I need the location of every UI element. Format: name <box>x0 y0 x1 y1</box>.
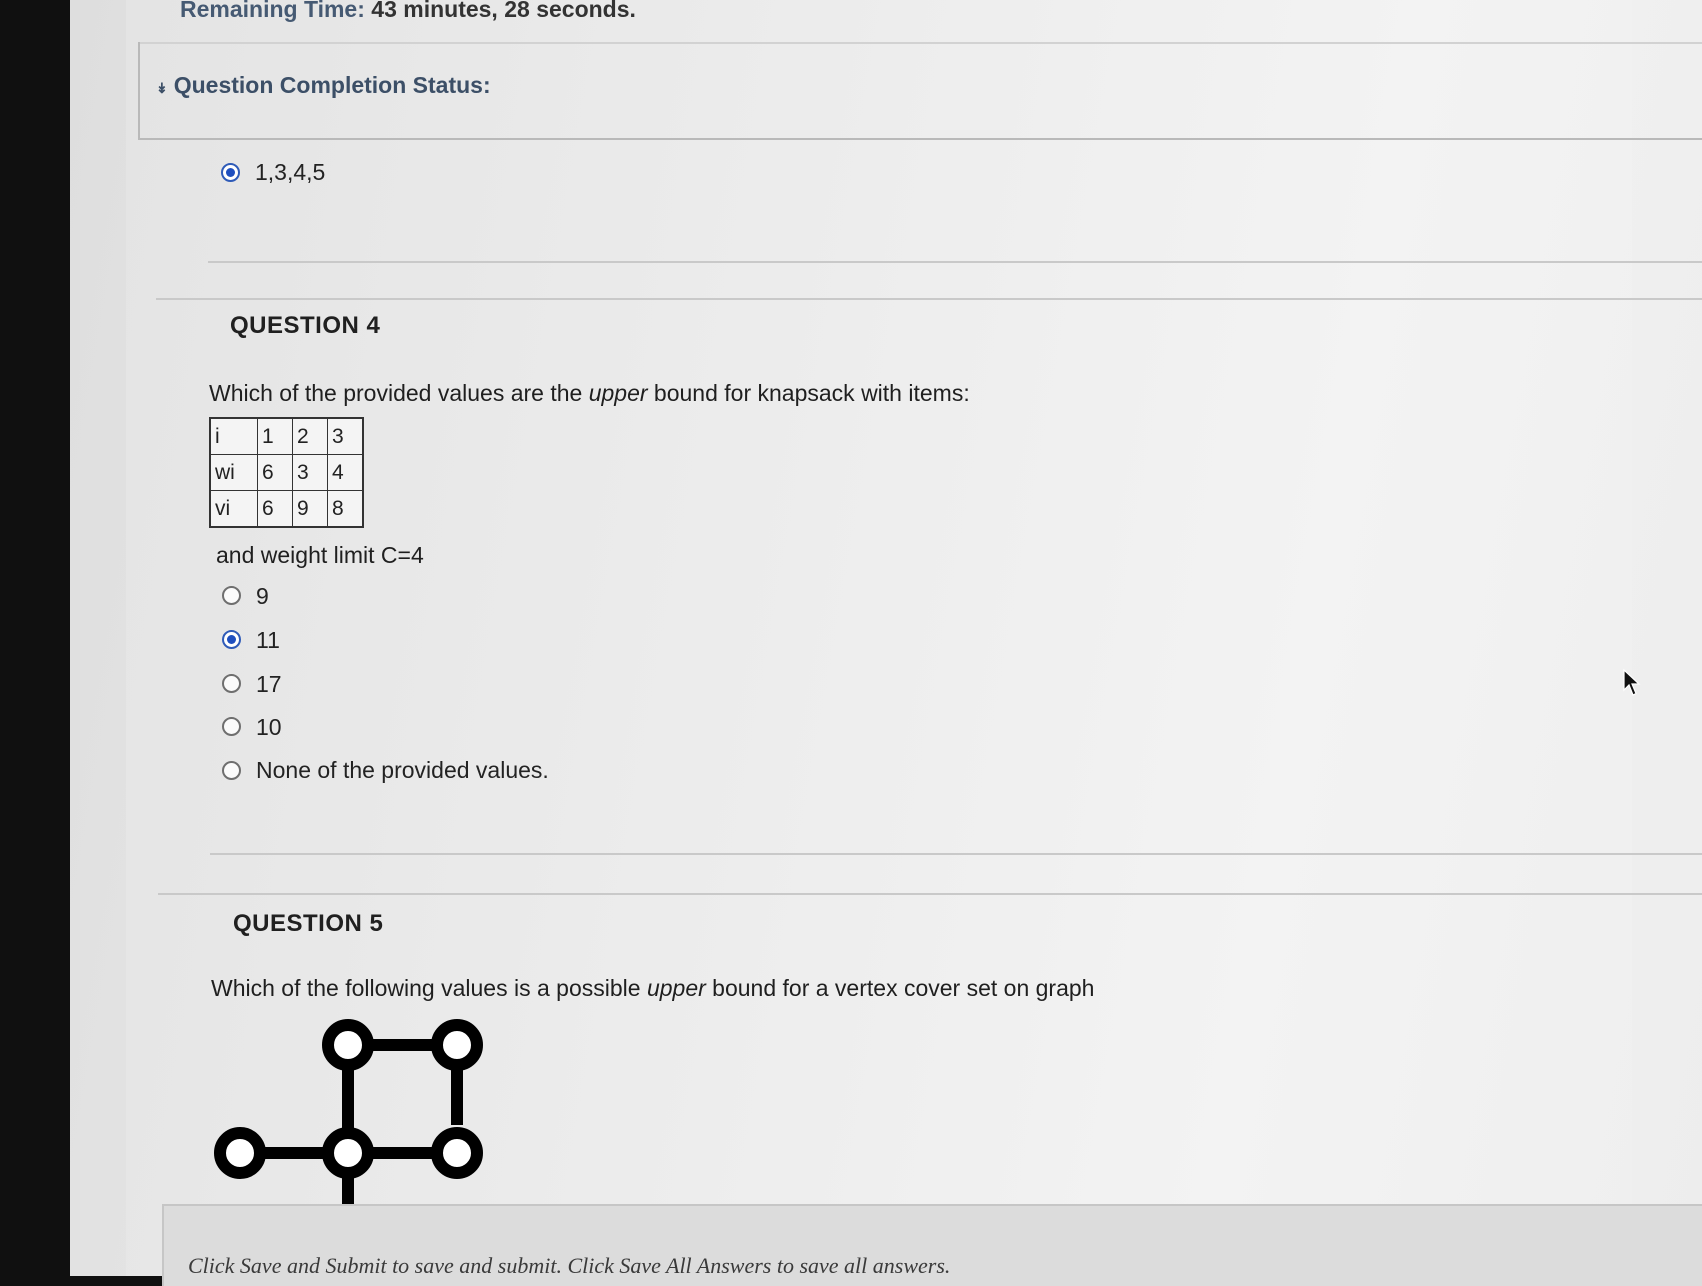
question-4-title: QUESTION 4 <box>230 312 381 339</box>
divider <box>158 893 1702 895</box>
graph-node <box>322 1127 374 1179</box>
remaining-time-label: Remaining Time: <box>180 0 365 22</box>
q4-option-1-radio[interactable] <box>222 586 241 605</box>
table-cell: wi <box>209 454 258 491</box>
graph-node <box>431 1019 483 1071</box>
table-cell: 4 <box>327 454 364 491</box>
table-cell: 9 <box>292 490 328 528</box>
q4-option-2-radio[interactable] <box>222 630 241 649</box>
table-cell: vi <box>209 490 258 528</box>
remaining-time-value: 43 minutes, 28 seconds. <box>371 0 636 22</box>
table-cell: 6 <box>257 454 293 491</box>
question-4-prompt: Which of the provided values are the upp… <box>209 380 970 407</box>
q4-option-3-label: 17 <box>256 671 282 697</box>
divider <box>210 853 1702 855</box>
graph-node <box>322 1019 374 1071</box>
q4-prompt-end: bound for knapsack with items: <box>647 380 970 406</box>
table-cell: 3 <box>327 417 364 455</box>
table-cell: 6 <box>257 490 293 528</box>
table-cell: 8 <box>327 490 364 528</box>
graph-node <box>214 1127 266 1179</box>
completion-status-title: Question Completion Status: <box>173 72 491 98</box>
q5-prompt-emphasis: upper <box>646 975 706 1001</box>
submit-instructions: Click Save and Submit to save and submit… <box>188 1253 951 1278</box>
remaining-time: Remaining Time: 43 minutes, 28 seconds. <box>180 0 636 23</box>
table-cell: 1 <box>257 417 293 455</box>
question-5-title: QUESTION 5 <box>233 910 384 937</box>
q4-option-4-radio[interactable] <box>222 717 241 736</box>
q4-option-4-label: 10 <box>256 714 282 740</box>
q4-constraint: and weight limit C=4 <box>216 542 424 568</box>
table-row: wi 6 3 4 <box>209 454 364 491</box>
table-cell: 3 <box>292 454 328 491</box>
completion-status-toggle[interactable]: ↡ Question Completion Status: <box>156 72 491 99</box>
q4-option-1-label: 9 <box>256 583 269 609</box>
knapsack-items-table: i 1 2 3 wi 6 3 4 vi 6 9 8 <box>209 417 364 528</box>
divider <box>156 298 1702 300</box>
q4-option-5-label: None of the provided values. <box>256 757 549 783</box>
vertex-cover-graph <box>214 1019 483 1205</box>
table-row: i 1 2 3 <box>209 417 364 455</box>
table-cell: i <box>209 417 258 455</box>
table-cell: 2 <box>292 417 328 455</box>
double-chevron-down-icon: ↡ <box>156 80 168 96</box>
q4-option-5-radio[interactable] <box>222 761 241 780</box>
q4-option-3-radio[interactable] <box>222 674 241 693</box>
q4-prompt-start: Which of the provided values are the <box>209 380 589 406</box>
q5-prompt-end: bound for a vertex cover set on graph <box>705 975 1095 1001</box>
graph-node <box>431 1127 483 1179</box>
q4-prompt-emphasis: upper <box>588 380 648 406</box>
question-5-prompt: Which of the following values is a possi… <box>211 975 1094 1002</box>
q3-option-label: 1,3,4,5 <box>255 159 326 185</box>
q5-prompt-start: Which of the following values is a possi… <box>211 975 647 1001</box>
divider <box>208 261 1702 263</box>
table-row: vi 6 9 8 <box>209 490 364 528</box>
mouse-cursor-icon <box>1623 668 1641 696</box>
q4-option-2-label: 11 <box>256 627 280 653</box>
q3-radio-selected[interactable] <box>221 163 240 182</box>
